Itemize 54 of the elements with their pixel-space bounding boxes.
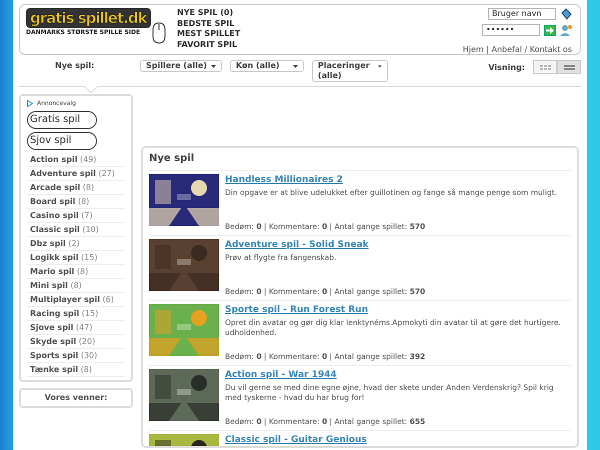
filter-label: Nye spil: xyxy=(55,60,96,72)
top-menu-link[interactable]: MEST SPILLET xyxy=(177,29,240,40)
view-toggle[interactable] xyxy=(533,60,557,74)
category-link[interactable]: Tænke spil (8) xyxy=(27,363,125,377)
section-title: Nye spil xyxy=(149,150,571,171)
friends-heading: Vores venner: xyxy=(19,388,133,408)
category-link[interactable]: Logikk spil (15) xyxy=(27,251,125,265)
category-link[interactable]: Skyde spil (20) xyxy=(27,335,125,349)
view-toggle[interactable] xyxy=(557,60,581,74)
game-title-link[interactable]: Handless Millionaires 2 xyxy=(225,174,343,188)
category-link[interactable]: Classic spil (10) xyxy=(27,223,125,237)
caret-icon xyxy=(378,65,382,68)
link-separator: | xyxy=(485,45,490,54)
filter-dropdown[interactable]: Placeringer (alle) xyxy=(312,60,388,82)
caret-icon xyxy=(292,65,298,68)
top-menu-link[interactable]: BEDSTE SPIL xyxy=(177,18,240,29)
list-icon xyxy=(564,64,574,70)
category-link[interactable]: Casino spil (7) xyxy=(27,209,125,223)
game-title-link[interactable]: Adventure spil - Solid Sneak xyxy=(225,239,369,252)
ad-button[interactable]: Sjov spil xyxy=(27,132,97,150)
password-field[interactable]: •••••• xyxy=(482,24,540,36)
filter-dropdown[interactable]: Køn (alle) xyxy=(230,60,304,72)
game-title-link[interactable]: Sporte spil - Run Forest Run xyxy=(225,304,368,318)
user-icon xyxy=(560,24,572,36)
category-link[interactable]: Mini spil (8) xyxy=(27,279,125,293)
game-title-link[interactable]: Classic spil - Guitar Genious xyxy=(225,434,367,446)
category-link[interactable]: Sjove spil (47) xyxy=(27,321,125,335)
logo[interactable]: gratis spillet.dk xyxy=(26,8,151,28)
play-icon xyxy=(27,100,33,107)
link-separator: / xyxy=(524,45,528,54)
top-menu-link[interactable]: FAVORIT SPIL xyxy=(177,40,240,50)
top-link[interactable]: Hjem xyxy=(462,45,484,54)
caret-icon xyxy=(210,65,216,68)
login-button[interactable] xyxy=(544,24,556,36)
top-menu-link[interactable]: NYE SPIL (0) xyxy=(177,8,240,18)
category-link[interactable]: Dbz spil (2) xyxy=(27,237,125,251)
category-link[interactable]: Arcade spil (8) xyxy=(27,181,125,195)
category-link[interactable]: Racing spil (15) xyxy=(27,307,125,321)
username-field[interactable]: Bruger navn xyxy=(488,8,556,20)
category-link[interactable]: Adventure spil (27) xyxy=(27,167,125,181)
ad-button[interactable]: Gratis spil xyxy=(27,111,97,129)
category-link[interactable]: Sports spil (30) xyxy=(27,349,125,363)
grid-icon xyxy=(540,64,550,70)
game-title-link[interactable]: Action spil - War 1944 xyxy=(225,369,337,382)
mouse-icon xyxy=(150,22,167,44)
category-link[interactable]: Multiplayer spil (6) xyxy=(27,293,125,307)
category-link[interactable]: Mario spil (8) xyxy=(27,265,125,279)
top-link[interactable]: Anbefal xyxy=(492,45,522,54)
filter-dropdown[interactable]: Spillere (alle) xyxy=(140,60,222,72)
top-link[interactable]: Kontakt os xyxy=(530,45,572,54)
arrow-icon xyxy=(546,26,554,34)
category-link[interactable]: Board spil (8) xyxy=(27,195,125,209)
category-link[interactable]: Action spil (49) xyxy=(27,153,125,167)
view-label: Visning: xyxy=(488,62,525,74)
